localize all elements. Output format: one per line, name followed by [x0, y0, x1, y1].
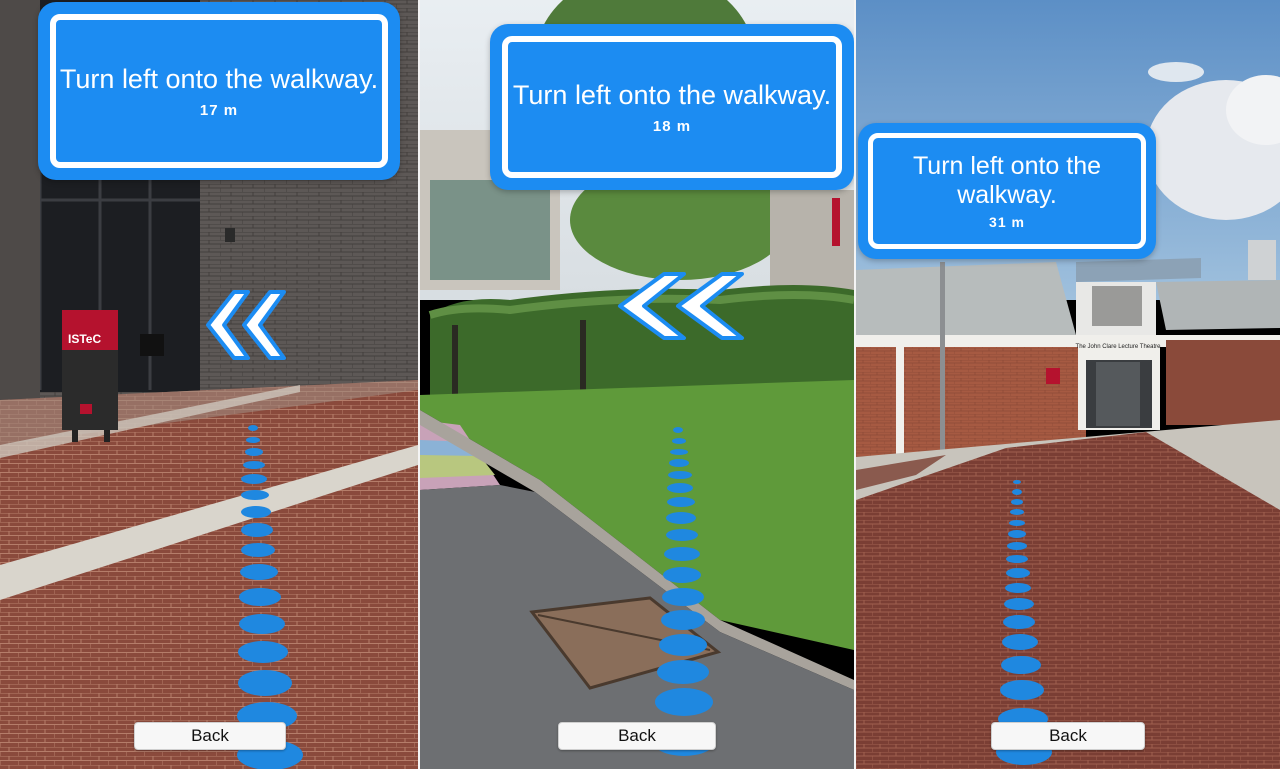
ar-navigation-screens: ISTeC Turn left onto the walkway. 17 m B… [0, 0, 1280, 769]
istec-sign-text: ISTeC [68, 332, 101, 346]
distance-text: 18 m [652, 118, 692, 135]
ar-panel-1: ISTeC Turn left onto the walkway. 17 m B… [0, 0, 418, 769]
ar-panel-3: The John Clare Lecture Theatre Turn left… [856, 0, 1280, 769]
back-button[interactable]: Back [134, 722, 286, 750]
navigation-sign: Turn left onto the walkway. 17 m [38, 2, 400, 180]
double-chevron-left-icon [206, 290, 286, 360]
instruction-text: Turn left onto the walkway. [59, 64, 379, 94]
ar-panel-2: Turn left onto the walkway. 18 m Back [420, 0, 854, 769]
back-button[interactable]: Back [991, 722, 1145, 750]
double-chevron-left-icon [618, 272, 744, 340]
instruction-text: Turn left onto the walkway. [912, 152, 1102, 209]
instruction-text: Turn left onto the walkway. [512, 80, 832, 110]
distance-text: 31 m [989, 214, 1025, 230]
theatre-sign-text: The John Clare Lecture Theatre [1076, 344, 1162, 350]
back-button[interactable]: Back [558, 722, 716, 750]
navigation-sign: Turn left onto the walkway. 18 m [490, 24, 854, 190]
navigation-sign: Turn left onto the walkway. 31 m [858, 123, 1156, 259]
distance-text: 17 m [199, 102, 239, 119]
camera-view-3: The John Clare Lecture Theatre [856, 0, 1280, 769]
